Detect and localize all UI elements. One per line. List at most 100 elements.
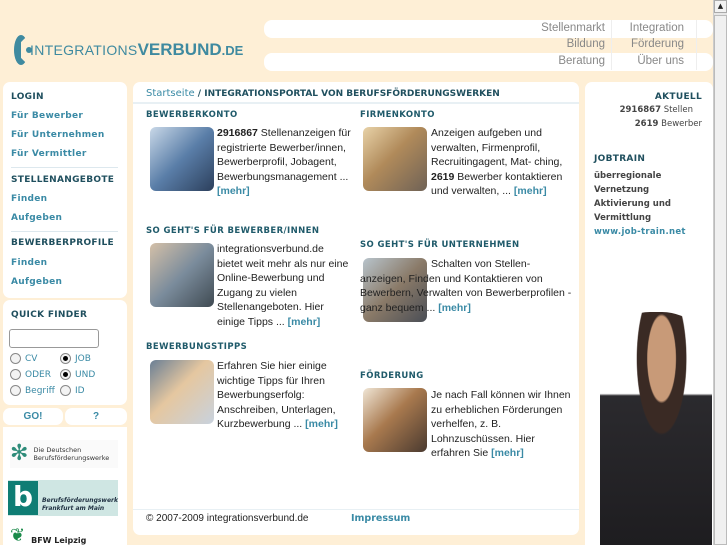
radio-id[interactable]: ID (60, 385, 110, 396)
divider (133, 102, 579, 104)
nav-stellenmarkt[interactable]: Stellenmarkt (500, 20, 605, 36)
login-bewerber-link[interactable]: Für Bewerber (11, 111, 83, 121)
radio-job[interactable]: JOB (60, 353, 110, 364)
nav-ueber-uns[interactable]: Über uns (614, 53, 684, 69)
radio-und[interactable]: UND (60, 369, 110, 380)
radio-button[interactable] (60, 385, 71, 396)
logo-text: .DE (221, 42, 244, 58)
login-heading: LOGIN (11, 92, 44, 102)
woman-phone-photo (600, 312, 712, 545)
copyright: © 2007-2009 integrationsverbund.de (146, 513, 309, 524)
stellen-stat: 2916867 Stellen (585, 105, 693, 115)
jobtrain-text: überregionale Vernetzung Aktivierung und… (594, 169, 671, 225)
quick-finder-input[interactable] (9, 329, 99, 348)
mehr-link[interactable]: [mehr] (491, 447, 524, 459)
partner-text: BFW Leipzig (31, 536, 87, 545)
stat-label: Bewerber (661, 119, 702, 129)
section-title: BEWERBUNGSTIPPS (146, 342, 248, 352)
radio-cv[interactable]: CV (10, 353, 60, 364)
section-title: SO GEHT'S FÜR UNTERNEHMEN (360, 240, 520, 250)
jobtrain-heading: JOBTRAIN (594, 154, 646, 164)
section-title: BEWERBERKONTO (146, 110, 238, 120)
radio-button[interactable] (10, 353, 21, 364)
breadcrumb: Startseite / INTEGRATIONSPORTAL VON BERU… (146, 88, 500, 99)
logo-text: INTEGRATIONS (30, 42, 138, 58)
mehr-link[interactable]: [mehr] (288, 316, 321, 328)
radio-button[interactable] (10, 385, 21, 396)
text: integrationsverbund.de bietet weit mehr … (217, 243, 349, 328)
radio-label: ID (75, 385, 85, 396)
text: Vermittlung (594, 213, 652, 223)
nav-beratung[interactable]: Beratung (500, 53, 605, 69)
login-unternehmen-link[interactable]: Für Unternehmen (11, 130, 105, 140)
logo-text: VERBUND (137, 40, 222, 59)
nav-integration[interactable]: Integration (614, 20, 684, 36)
scrollbar-thumb[interactable] (714, 15, 727, 545)
partner-bfw-frankfurt[interactable]: b Berufsförderungswerk Frankfurt am Main (8, 480, 118, 516)
text: Vernetzung (594, 185, 650, 195)
mehr-link[interactable]: [mehr] (514, 185, 547, 197)
mehr-link[interactable]: [mehr] (305, 418, 338, 430)
login-vermittler-link[interactable]: Für Vermittler (11, 149, 87, 159)
section-title: SO GEHT'S FÜR BEWERBER/INNEN (146, 226, 320, 236)
partner-dbfw[interactable]: ✻ Die Deutschen Berufsförderungswerke (10, 440, 118, 468)
bewerber-stat: 2619 Bewerber (585, 119, 702, 129)
partner-text: Frankfurt am Main (41, 505, 105, 512)
go-button[interactable]: GO! (3, 408, 63, 425)
meeting-photo (150, 243, 214, 307)
radio-button[interactable] (10, 369, 21, 380)
office-photo (150, 127, 214, 191)
radio-label: UND (75, 369, 96, 380)
breadcrumb-current: INTEGRATIONSPORTAL VON BERUFSFÖRDERUNGSW… (204, 89, 500, 99)
radio-oder[interactable]: ODER (10, 369, 60, 380)
scrollbar[interactable]: ▲ (713, 0, 727, 545)
text: Aktivierung und (594, 199, 671, 209)
section-text: Schalten von Stellen-anzeigen, Finden un… (360, 257, 575, 315)
mehr-link[interactable]: [mehr] (438, 302, 471, 314)
divider (133, 509, 579, 510)
partner-text: Die Deutschen (33, 446, 82, 454)
mehr-link[interactable]: [mehr] (217, 185, 250, 197)
impressum-link[interactable]: Impressum (351, 513, 410, 524)
section-text: Anzeigen aufgeben und verwalten, Firmenp… (431, 126, 571, 199)
nav-foerderung[interactable]: Förderung (614, 36, 684, 52)
stat-label: Stellen (663, 105, 693, 115)
stellen-heading: STELLENANGEBOTE (11, 175, 115, 185)
radio-label: JOB (75, 353, 91, 364)
radio-button[interactable] (60, 369, 71, 380)
scroll-up-icon[interactable]: ▲ (714, 0, 727, 13)
aktuell-heading: AKTUELL (654, 92, 702, 102)
radio-begriff[interactable]: Begriff (10, 385, 60, 396)
site-logo[interactable]: INTEGRATIONS VERBUND .DE (14, 34, 243, 66)
leaf-icon: ❦ (10, 525, 26, 545)
radio-label: ODER (25, 369, 51, 380)
jobtrain-link[interactable]: www.job-train.net (594, 227, 686, 237)
applicant-count: 2619 (431, 170, 455, 183)
radio-button[interactable] (60, 353, 71, 364)
radio-label: CV (25, 353, 38, 364)
partner-text: Berufsförderungswerk (41, 497, 118, 504)
quick-finder-heading: QUICK FINDER (11, 310, 88, 320)
section-text: 2916867 Stellenanzeigen für registrierte… (217, 126, 352, 199)
bfw-logo-icon: b (8, 481, 38, 515)
partner-bfw-leipzig[interactable]: ❦ BFW Leipzig (10, 522, 118, 545)
divider (696, 20, 697, 70)
section-text: Erfahren Sie hier einige wichtige Tipps … (217, 359, 352, 432)
pinwheel-icon: ✻ (10, 441, 29, 466)
breadcrumb-home[interactable]: Startseite (146, 88, 195, 99)
profile-aufgeben-link[interactable]: Aufgeben (11, 277, 62, 287)
partner-text: Berufsförderungswerke (33, 454, 110, 462)
logo-icon (14, 35, 32, 65)
section-text: integrationsverbund.de bietet weit mehr … (217, 242, 352, 330)
stellen-count: 2916867 (619, 105, 661, 115)
business-photo (363, 127, 427, 191)
stellen-aufgeben-link[interactable]: Aufgeben (11, 213, 62, 223)
help-button[interactable]: ? (65, 408, 127, 425)
profile-finden-link[interactable]: Finden (11, 258, 47, 268)
bewerber-count: 2619 (634, 119, 659, 129)
radio-label: Begriff (25, 385, 55, 396)
stellen-finden-link[interactable]: Finden (11, 194, 47, 204)
text: überregionale (594, 171, 662, 181)
job-count: 2916867 (217, 127, 258, 139)
nav-bildung[interactable]: Bildung (500, 36, 605, 52)
